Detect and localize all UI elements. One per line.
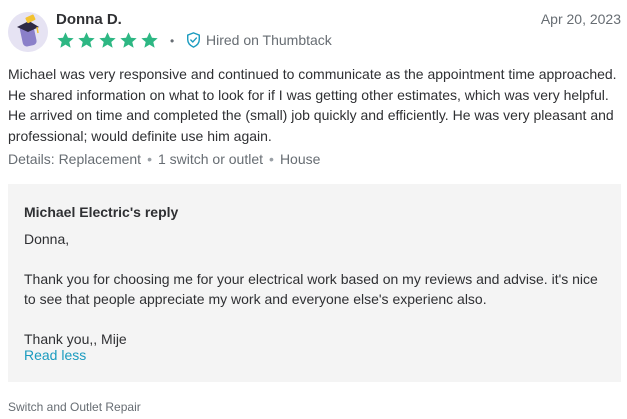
service-category: Switch and Outlet Repair: [8, 400, 141, 414]
graduation-cap-avatar-icon: [8, 12, 48, 52]
details-label: Details: Replacement: [8, 151, 142, 167]
star-icon: [120, 32, 137, 48]
business-reply: Michael Electric's reply Donna, Thank yo…: [8, 184, 621, 382]
separator-dot: •: [269, 151, 274, 167]
review-text: Michael was very responsive and continue…: [8, 66, 617, 144]
shield-check-icon: [187, 32, 200, 48]
job-details: Details: Replacement • 1 switch or outle…: [8, 151, 320, 167]
star-icon: [141, 32, 158, 48]
review-date: Apr 20, 2023: [540, 11, 621, 27]
star-rating: [56, 31, 159, 50]
reply-title: Michael Electric's reply: [24, 204, 179, 220]
star-icon: [57, 32, 74, 48]
detail-item: 1 switch or outlet: [157, 151, 264, 167]
read-less-link[interactable]: Read less: [24, 347, 86, 363]
reply-greeting: Donna,: [24, 231, 70, 247]
reviewer-name: Donna D.: [56, 11, 122, 28]
verified-hire-badge: Hired on Thumbtack: [186, 32, 332, 48]
star-icon: [99, 32, 116, 48]
reply-signoff: Thank you,, Mije: [24, 331, 127, 347]
verified-label: Hired on Thumbtack: [206, 32, 332, 48]
reply-body: Donna, Thank you for choosing me for you…: [24, 229, 609, 369]
reply-message: Thank you for choosing me for your elect…: [24, 271, 598, 307]
star-icon: [78, 32, 95, 48]
separator-dot: •: [170, 34, 175, 48]
detail-item: House: [279, 151, 321, 167]
reviewer-avatar: [8, 12, 48, 52]
separator-dot: •: [147, 151, 152, 167]
